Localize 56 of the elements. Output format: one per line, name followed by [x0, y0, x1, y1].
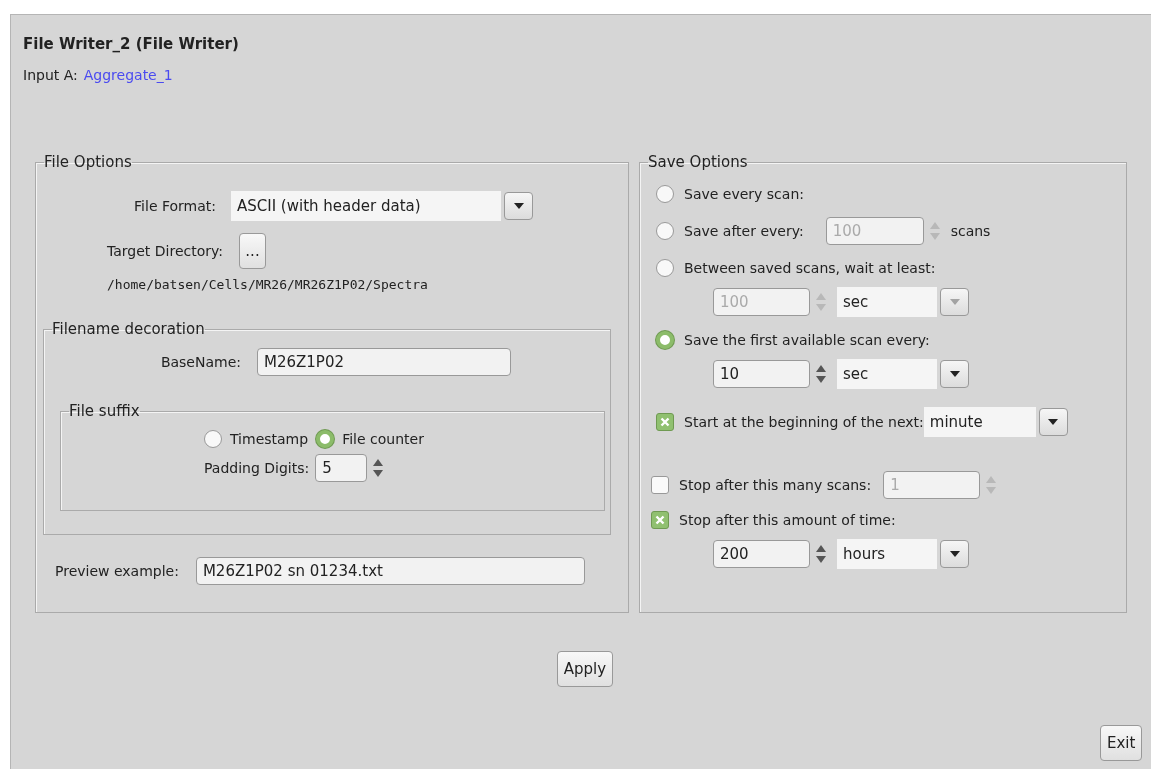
dropdown-button[interactable] — [504, 192, 533, 220]
dropdown-field[interactable]: ASCII (with header data) — [231, 191, 501, 221]
group-title: File Options — [44, 153, 132, 171]
input-label: Input A: — [23, 67, 78, 83]
radio-label: File counter — [342, 431, 424, 447]
group-title: Filename decoration — [52, 320, 205, 338]
dialog-title: File Writer_2 (File Writer) — [23, 35, 239, 53]
input-field[interactable]: 5 — [315, 454, 368, 482]
dropdown-field[interactable]: sec — [837, 359, 937, 389]
caret-icon — [512, 202, 525, 210]
radio-label: Between saved scans, wait at least: — [684, 260, 936, 276]
apply-button[interactable]: Apply — [556, 651, 614, 687]
radio-button[interactable] — [656, 259, 674, 277]
field-label: File Format: — [133, 198, 216, 214]
input-link[interactable]: Aggregate_1 — [83, 67, 173, 83]
input-field[interactable]: M26Z1P02 — [257, 348, 511, 376]
radio-button[interactable] — [316, 430, 335, 448]
radio-button[interactable] — [656, 185, 674, 203]
checkbox[interactable] — [651, 476, 669, 494]
input-field[interactable]: 10 — [713, 360, 810, 388]
browse-button[interactable]: ... — [239, 233, 266, 269]
caret-icon — [1047, 418, 1060, 426]
input-field[interactable]: 200 — [713, 540, 810, 568]
radio-label: Timestamp — [230, 431, 309, 447]
dropdown-field[interactable]: minute — [923, 407, 1036, 437]
radio-label: Save after every: — [684, 223, 804, 239]
group-title: File suffix — [69, 402, 140, 420]
exit-button[interactable]: Exit — [1100, 725, 1143, 761]
checkbox-label: Stop after this amount of time: — [679, 512, 896, 528]
dropdown-button[interactable] — [940, 540, 969, 568]
field-label: BaseName: — [159, 354, 241, 370]
checkbox[interactable] — [656, 413, 674, 431]
unit-label: scans — [950, 223, 991, 239]
checkbox-label: Start at the beginning of the next: — [684, 414, 924, 430]
caret-icon — [948, 550, 961, 558]
radio-label: Save every scan: — [684, 186, 804, 202]
cross-icon — [655, 515, 665, 525]
radio-button[interactable] — [204, 430, 222, 448]
group-title: Save Options — [648, 153, 748, 171]
field-label: Target Directory: — [107, 243, 223, 259]
radio-label: Save the first available scan every: — [684, 332, 930, 348]
dropdown-button[interactable] — [1038, 408, 1068, 436]
dropdown-field[interactable]: sec — [837, 287, 937, 317]
radio-button[interactable] — [656, 222, 674, 240]
radio-button[interactable] — [656, 331, 674, 349]
directory-path: /home/batsen/Cells/MR26/MR26Z1P02/Spectra — [107, 277, 429, 292]
field-label: Padding Digits: — [204, 460, 310, 476]
caret-icon — [948, 298, 961, 306]
field-label: Preview example: — [55, 563, 179, 579]
checkbox[interactable] — [651, 511, 669, 529]
caret-icon — [948, 370, 961, 378]
dropdown-field[interactable]: hours — [837, 539, 937, 569]
cross-icon — [660, 417, 670, 427]
input-field[interactable]: M26Z1P02 sn 01234.txt — [195, 557, 585, 585]
dropdown-button[interactable] — [940, 360, 969, 388]
checkbox-label: Stop after this many scans: — [679, 477, 872, 493]
